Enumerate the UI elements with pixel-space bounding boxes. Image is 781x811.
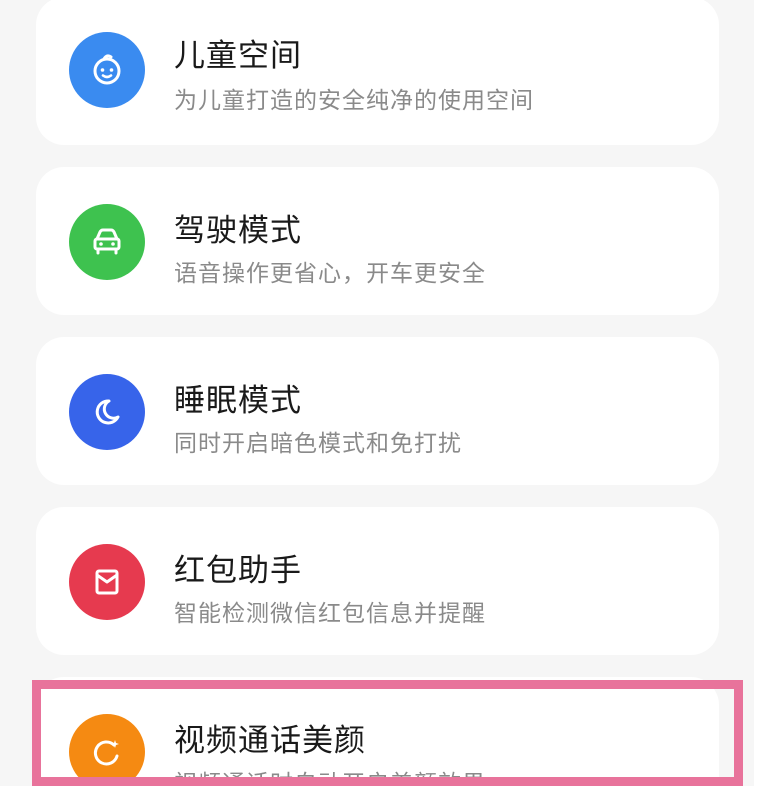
sleep-mode-subtitle: 同时开启暗色模式和免打扰 xyxy=(174,431,462,457)
beauty-sparkle-icon xyxy=(93,740,119,766)
kids-space-card[interactable]: 儿童空间 为儿童打造的安全纯净的使用空间 xyxy=(36,0,719,145)
driving-mode-icon-circle xyxy=(69,204,145,280)
sleep-mode-card[interactable]: 睡眠模式 同时开启暗色模式和免打扰 xyxy=(36,337,719,485)
red-packet-icon-circle xyxy=(69,544,145,620)
kids-space-icon-circle xyxy=(69,32,145,108)
red-packet-title: 红包助手 xyxy=(174,553,302,589)
kids-space-subtitle: 为儿童打造的安全纯净的使用空间 xyxy=(174,88,534,114)
red-packet-subtitle: 智能检测微信红包信息并提醒 xyxy=(174,601,486,627)
car-icon xyxy=(93,228,121,255)
driving-mode-card[interactable]: 驾驶模式 语音操作更省心，开车更安全 xyxy=(36,167,719,315)
feature-list-screen: 儿童空间 为儿童打造的安全纯净的使用空间 驾驶模式 语音操作更省心，开车更安全 … xyxy=(0,0,754,786)
baby-face-icon xyxy=(93,54,121,85)
sleep-mode-title: 睡眠模式 xyxy=(174,383,302,419)
video-beauty-card[interactable]: 视频通话美颜 视频通话时自动开启美颜效果 xyxy=(36,677,719,786)
video-beauty-subtitle: 视频通话时自动开启美颜效果 xyxy=(174,771,486,786)
driving-mode-subtitle: 语音操作更省心，开车更安全 xyxy=(174,261,486,287)
envelope-icon xyxy=(95,569,119,595)
sleep-mode-icon-circle xyxy=(69,374,145,450)
video-beauty-title: 视频通话美颜 xyxy=(174,723,366,759)
moon-icon xyxy=(95,399,120,425)
kids-space-title: 儿童空间 xyxy=(174,38,302,74)
driving-mode-title: 驾驶模式 xyxy=(174,213,302,249)
red-packet-card[interactable]: 红包助手 智能检测微信红包信息并提醒 xyxy=(36,507,719,655)
video-beauty-icon-circle xyxy=(69,714,145,786)
